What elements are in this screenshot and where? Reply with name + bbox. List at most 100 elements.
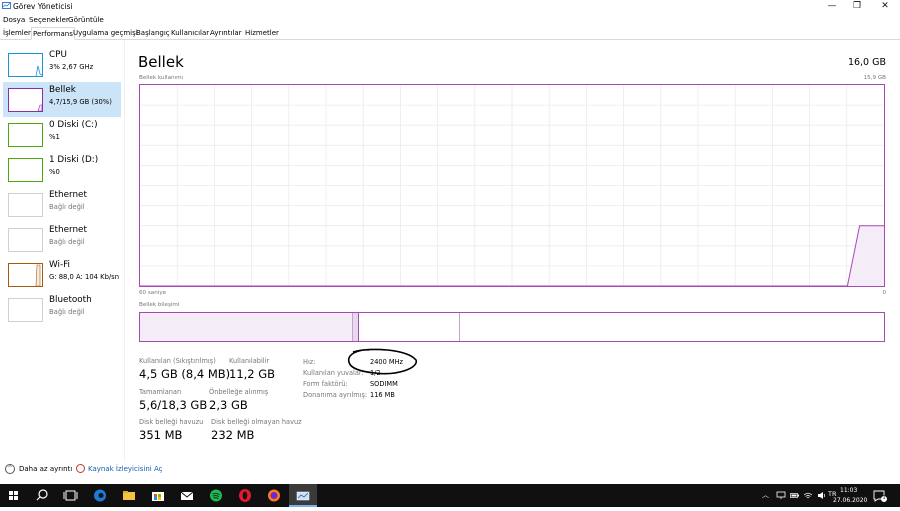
spotify-icon[interactable]	[202, 484, 230, 507]
usage-label: Bellek kullanımı	[139, 75, 184, 81]
sidebar-item-detail: G: 88,0 A: 104 Kb/sn	[49, 273, 120, 281]
notification-count-badge: 1	[881, 496, 887, 502]
sidebar-item-label: Ethernet	[49, 190, 87, 200]
disk-d-thumbnail	[8, 158, 43, 182]
sidebar-item-bluetooth[interactable]: Bluetooth Bağlı değil	[3, 292, 121, 327]
sidebar-item-wifi[interactable]: Wi-Fi G: 88,0 A: 104 Kb/sn	[3, 257, 121, 292]
menu-file[interactable]: Dosya	[3, 13, 25, 26]
tab-processes[interactable]: İşlemler	[2, 27, 32, 40]
network-icon[interactable]	[776, 491, 786, 500]
time-left-label: 60 saniye	[139, 290, 167, 296]
ethernet-thumbnail	[8, 228, 43, 252]
stat-paged-pool: Disk belleği havuzu 351 MB	[139, 418, 204, 442]
cpu-thumbnail	[8, 53, 43, 77]
sidebar-item-detail: 3% 2,67 GHz	[49, 63, 94, 71]
prop-form-factor: Form faktörü: SODIMM	[303, 380, 398, 388]
sidebar-item-detail: Bağlı değil	[49, 238, 85, 246]
sidebar-item-memory[interactable]: Bellek 4,7/15,9 GB (30%)	[3, 82, 121, 117]
menu-view[interactable]: Görüntüle	[68, 13, 104, 26]
tab-users[interactable]: Kullanıcılar	[170, 27, 210, 40]
sidebar-item-label: Ethernet	[49, 225, 87, 235]
wifi-icon[interactable]	[803, 491, 813, 500]
usage-graph-svg	[140, 85, 884, 287]
chevron-up-icon[interactable]: ^	[5, 464, 15, 474]
wifi-thumbnail	[8, 263, 43, 287]
sidebar-item-cpu[interactable]: CPU 3% 2,67 GHz	[3, 47, 121, 82]
composition-modified	[353, 313, 359, 341]
disk-c-thumbnail	[8, 123, 43, 147]
memory-thumbnail	[8, 88, 43, 112]
task-manager-icon	[2, 2, 11, 9]
file-explorer-icon[interactable]	[115, 484, 143, 507]
task-manager-window: Görev Yöneticisi — ❐ ✕ Dosya Seçenekler …	[0, 0, 900, 484]
stat-available: Kullanılabilir 11,2 GB	[229, 357, 276, 381]
hand-drawn-circle-annotation	[347, 348, 417, 375]
composition-in-use	[140, 313, 353, 341]
sidebar-item-label: Bluetooth	[49, 295, 92, 305]
sidebar-item-label: Wi-Fi	[49, 260, 70, 270]
taskbar: ︿ TR 11:03 27.06.2020 1	[0, 484, 900, 507]
fewer-details-link[interactable]: Daha az ayrıntı	[19, 465, 72, 473]
opera-icon[interactable]	[231, 484, 259, 507]
stat-cached: Önbelleğe alınmış 2,3 GB	[209, 388, 269, 412]
stat-non-paged-pool: Disk belleği olmayan havuz 232 MB	[211, 418, 302, 442]
sidebar-item-detail: Bağlı değil	[49, 308, 85, 316]
resource-monitor-icon	[76, 464, 85, 473]
sidebar-item-label: 1 Diski (D:)	[49, 155, 99, 165]
ethernet-thumbnail	[8, 193, 43, 217]
title-bar: Görev Yöneticisi — ❐ ✕	[0, 0, 900, 13]
sidebar-item-label: CPU	[49, 50, 67, 60]
menu-options[interactable]: Seçenekler	[29, 13, 69, 26]
sidebar-item-ethernet-1[interactable]: Ethernet Bağlı değil	[3, 187, 121, 222]
resource-monitor-link[interactable]: Kaynak İzleyicisini Aç	[88, 465, 163, 473]
clock-date[interactable]: 27.06.2020	[833, 497, 867, 504]
start-button[interactable]	[0, 484, 28, 507]
sidebar-item-detail: 4,7/15,9 GB (30%)	[49, 98, 112, 106]
tray-chevron-icon[interactable]: ︿	[762, 490, 769, 500]
memory-usage-graph	[139, 84, 885, 287]
bluetooth-thumbnail	[8, 298, 43, 322]
memory-panel: Bellek 16,0 GB Bellek kullanımı 15,9 GB …	[126, 41, 900, 461]
sidebar-item-ethernet-2[interactable]: Ethernet Bağlı değil	[3, 222, 121, 257]
speaker-icon[interactable]	[817, 491, 827, 500]
sidebar-item-label: 0 Diski (C:)	[49, 120, 98, 130]
tab-app-history[interactable]: Uygulama geçmişi	[72, 27, 139, 40]
firefox-icon[interactable]	[260, 484, 288, 507]
tab-strip: İşlemler Performans Uygulama geçmişi Baş…	[0, 27, 900, 40]
tab-details[interactable]: Ayrıntılar	[209, 27, 243, 40]
minimize-button[interactable]: —	[818, 0, 846, 13]
tab-services[interactable]: Hizmetler	[244, 27, 280, 40]
store-icon[interactable]	[144, 484, 172, 507]
sidebar-item-detail: %0	[49, 168, 60, 176]
prop-hardware-reserved: Donanıma ayrılmış: 116 MB	[303, 391, 395, 399]
task-manager-taskbar-icon[interactable]	[289, 484, 317, 507]
usage-max-label: 15,9 GB	[863, 75, 886, 81]
window-title: Görev Yöneticisi	[13, 2, 73, 11]
stat-committed: Tamamlanan 5,6/18,3 GB	[139, 388, 208, 412]
sidebar-item-detail: %1	[49, 133, 60, 141]
maximize-button[interactable]: ❐	[843, 0, 871, 13]
tab-startup[interactable]: Başlangıç	[135, 27, 171, 40]
notification-center-icon[interactable]: 1	[872, 488, 887, 502]
sidebar-item-detail: Bağlı değil	[49, 203, 85, 211]
tab-performance[interactable]: Performans	[31, 27, 75, 40]
sidebar-item-disk-c[interactable]: 0 Diski (C:) %1	[3, 117, 121, 152]
close-button[interactable]: ✕	[871, 0, 899, 13]
resource-sidebar: CPU 3% 2,67 GHz Bellek 4,7/15,9 GB (30%)…	[0, 41, 125, 461]
edge-icon[interactable]	[86, 484, 114, 507]
composition-label: Bellek bileşimi	[139, 302, 180, 308]
page-title: Bellek	[138, 53, 184, 71]
mail-icon[interactable]	[173, 484, 201, 507]
clock-time[interactable]: 11:03	[840, 487, 857, 494]
memory-total: 16,0 GB	[847, 57, 886, 68]
footer-bar: ^ Daha az ayrıntı Kaynak İzleyicisini Aç	[0, 461, 900, 484]
memory-composition-bar	[139, 312, 885, 342]
sidebar-item-label: Bellek	[49, 85, 76, 95]
time-right-label: 0	[882, 290, 886, 296]
sidebar-item-disk-d[interactable]: 1 Diski (D:) %0	[3, 152, 121, 187]
battery-icon[interactable]	[790, 492, 800, 500]
task-view-icon[interactable]	[56, 484, 84, 507]
composition-divider	[459, 313, 460, 341]
search-icon[interactable]	[28, 484, 56, 507]
stat-in-use: Kullanılan (Sıkıştırılmış) 4,5 GB (8,4 M…	[139, 357, 231, 381]
